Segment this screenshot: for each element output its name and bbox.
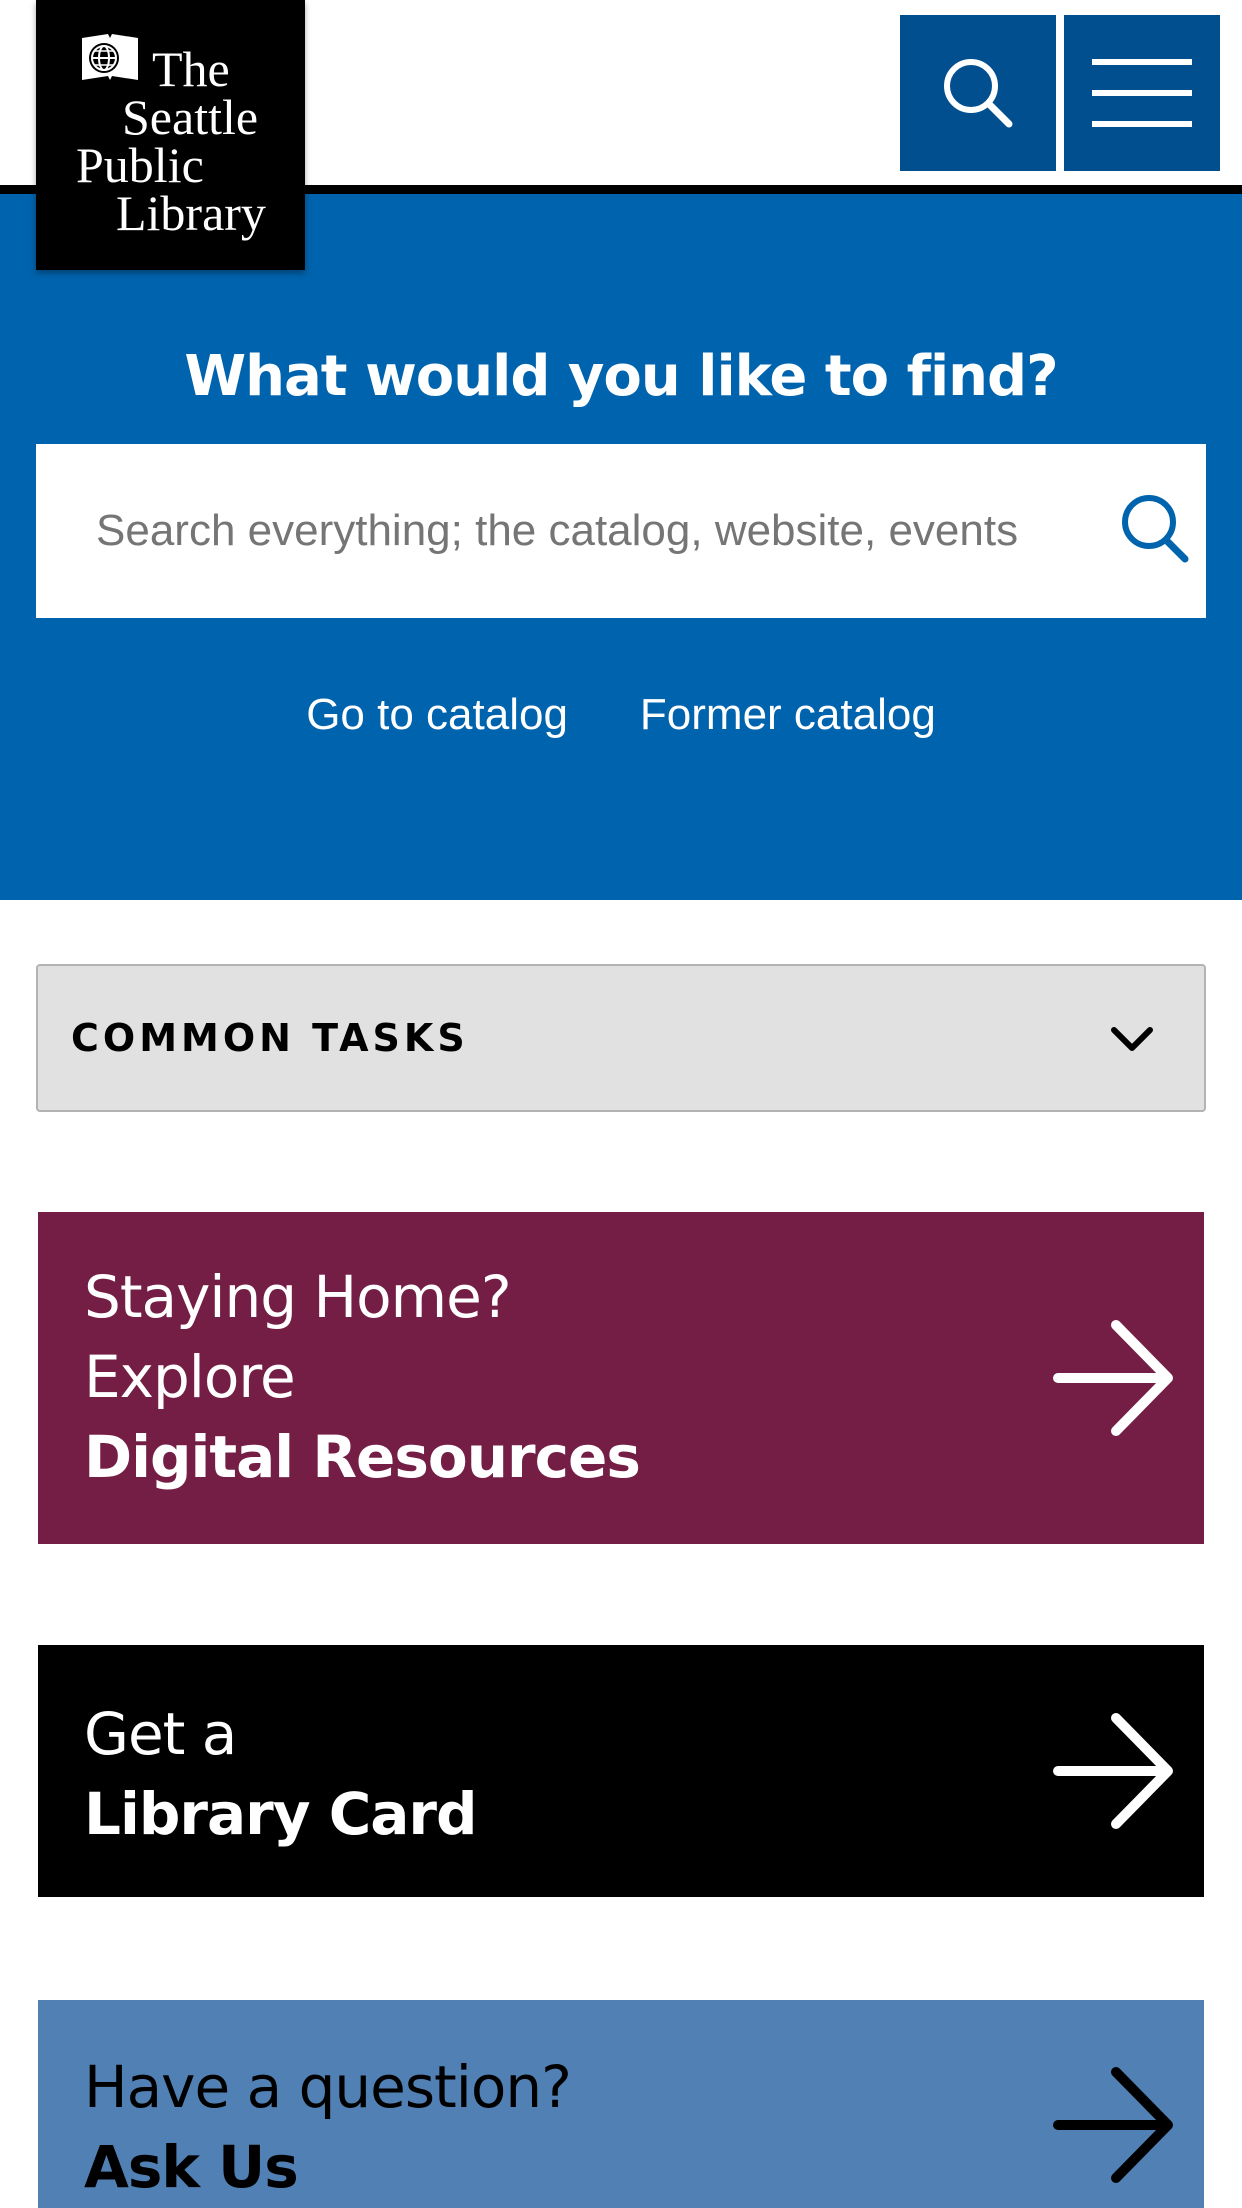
card-text-line: Have a question? <box>84 2053 572 2121</box>
logo-text-line: Library <box>116 185 266 241</box>
arrow-right-icon <box>1053 1713 1173 1829</box>
card-title: Ask Us <box>84 2133 299 2201</box>
card-title: Library Card <box>84 1780 478 1848</box>
logo-text-line: Seattle <box>122 89 259 145</box>
search-icon <box>1122 495 1189 563</box>
arrow-right-icon <box>1053 1320 1173 1436</box>
former-catalog-link[interactable]: Former catalog <box>640 690 936 740</box>
search-box <box>36 444 1206 618</box>
card-text-line: Get a <box>84 1700 237 1768</box>
globe-book-icon <box>82 34 138 80</box>
arrow-right-icon <box>1053 2067 1173 2183</box>
go-to-catalog-link[interactable]: Go to catalog <box>306 690 568 740</box>
card-text-line: Explore <box>84 1343 296 1411</box>
catalog-links: Go to catalog Former catalog <box>0 690 1242 740</box>
header-search-button[interactable] <box>900 15 1056 171</box>
hero-title: What would you like to find? <box>184 344 1058 409</box>
library-card-card[interactable]: Get a Library Card <box>38 1645 1204 1897</box>
chevron-down-icon <box>1111 1027 1153 1051</box>
hamburger-menu-icon <box>1092 59 1192 127</box>
common-tasks-dropdown[interactable]: COMMON TASKS <box>36 964 1206 1112</box>
card-text-line: Staying Home? <box>84 1263 512 1331</box>
search-submit-button[interactable] <box>1110 484 1200 574</box>
card-title: Digital Resources <box>84 1423 641 1491</box>
search-icon <box>944 59 1013 128</box>
hero-search-section: What would you like to find? Go to catal… <box>0 194 1242 900</box>
library-logo[interactable]: The Seattle Public Library <box>36 0 305 270</box>
header-menu-button[interactable] <box>1064 15 1220 171</box>
digital-resources-card[interactable]: Staying Home? Explore Digital Resources <box>38 1212 1204 1544</box>
common-tasks-label: COMMON TASKS <box>71 1016 469 1060</box>
site-header: The Seattle Public Library <box>0 0 1242 270</box>
logo-text-line: The <box>152 41 230 97</box>
ask-us-card[interactable]: Have a question? Ask Us <box>38 2000 1204 2208</box>
search-input[interactable] <box>96 496 1066 566</box>
logo-text-line: Public <box>76 137 204 193</box>
